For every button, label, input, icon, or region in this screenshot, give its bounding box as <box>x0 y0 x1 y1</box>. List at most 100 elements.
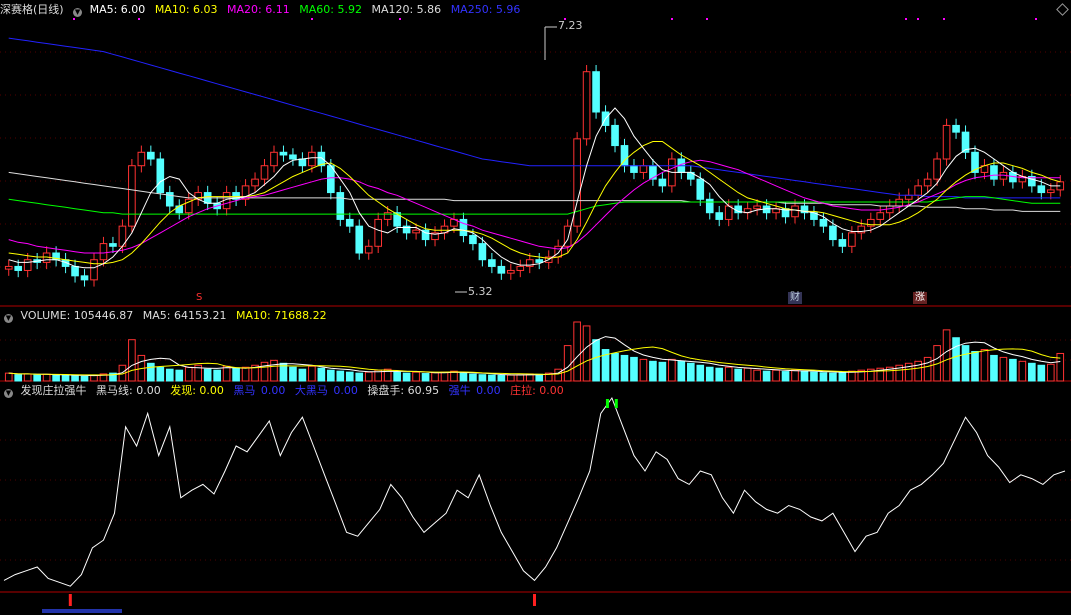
volume-bar <box>800 370 809 382</box>
dropdown-icon[interactable]: ▼ <box>73 8 83 17</box>
candle-body <box>260 165 269 180</box>
scrollbar-indicator <box>42 609 122 613</box>
volume-bar <box>175 369 184 382</box>
volume-bar <box>582 325 591 382</box>
volume-bar <box>203 368 212 382</box>
ma120-label: MA120: 5.86 <box>371 3 442 16</box>
candle-body <box>904 194 913 200</box>
candle-body <box>251 178 259 187</box>
volume-bar <box>639 358 648 382</box>
volume-bar <box>61 374 70 382</box>
candle-body <box>535 259 544 263</box>
price-panel-header: 深赛格(日线) ▼ MA5: 6.00 MA10: 6.03 MA20: 6.1… <box>0 2 1071 17</box>
volume-bar <box>156 366 165 382</box>
volume-bar <box>554 368 562 382</box>
vol-ma10-label: MA10: 71688.22 <box>235 309 327 322</box>
volume-bar <box>762 370 771 382</box>
volume-bar <box>592 339 600 382</box>
candle-body <box>724 205 733 220</box>
candle-body <box>914 185 922 196</box>
volume-bar <box>923 356 932 382</box>
candle-body <box>838 239 847 247</box>
volume-bar <box>52 374 60 382</box>
dropdown-icon[interactable]: ▼ <box>4 389 13 398</box>
event-dot <box>917 18 919 20</box>
candle-body <box>819 218 828 227</box>
volume-bar <box>14 374 23 382</box>
signal-tick <box>614 399 618 408</box>
s-marker[interactable]: S <box>194 292 204 304</box>
event-dot <box>1035 18 1037 20</box>
indicator-panel-header: ▼ 发现庄拉强牛 黑马线: 0.00 发现: 0.00 黑马 0.00 大黑马 … <box>0 383 1071 398</box>
volume-bar <box>668 358 676 382</box>
volume-bar <box>80 375 89 382</box>
candle-body <box>374 218 383 247</box>
volume-label: VOLUME: 105446.87 <box>20 309 134 322</box>
candle-body <box>469 235 477 245</box>
candle-body <box>507 269 515 274</box>
volume-bar <box>705 366 714 382</box>
candle-body <box>592 71 600 113</box>
volume-bar <box>686 362 695 382</box>
candle-body <box>459 218 468 237</box>
volume-bar <box>213 369 221 382</box>
volume-bar <box>128 339 136 382</box>
volume-bar <box>507 374 515 382</box>
ind-heima-value: 0.00 <box>260 384 286 397</box>
candle-body <box>156 158 165 194</box>
volume-bar <box>327 369 335 382</box>
volume-bar <box>734 368 742 382</box>
candle-body <box>611 124 619 147</box>
volume-bar <box>317 367 326 382</box>
event-dot <box>943 18 945 20</box>
dropdown-icon[interactable]: ▼ <box>4 314 13 323</box>
stock-title: 深赛格(日线) <box>0 3 64 16</box>
candle-body <box>4 265 13 270</box>
volume-bar <box>412 371 420 382</box>
ind-daheima-value: 0.00 <box>333 384 358 397</box>
volume-bar <box>355 372 364 382</box>
ma10-label: MA10: 6.03 <box>154 3 218 16</box>
volume-bar <box>241 366 250 382</box>
volume-bar <box>222 365 231 382</box>
volume-panel-header: ▼ VOLUME: 105446.87 MA5: 64153.21 MA10: … <box>0 308 1071 323</box>
candle-body <box>630 165 638 173</box>
volume-bar <box>232 367 240 382</box>
candle-body <box>876 212 885 220</box>
signal-tick <box>605 399 609 408</box>
volume-bar <box>724 366 733 382</box>
volume-bar <box>753 369 761 382</box>
ma5-line <box>8 107 1061 269</box>
signal-tick <box>68 594 72 606</box>
volume-bar <box>289 366 297 382</box>
candle-body <box>23 259 32 271</box>
volume-bar <box>535 373 544 382</box>
candle-body <box>71 265 79 277</box>
volume-bar <box>42 373 51 382</box>
indicator-line <box>3 396 1066 587</box>
volume-bar <box>336 370 345 382</box>
volume-bar <box>563 345 572 382</box>
volume-bar <box>308 365 316 382</box>
candle-body <box>99 243 108 261</box>
candle-body <box>355 225 364 254</box>
zhang-marker[interactable]: 涨 <box>913 292 927 304</box>
ind-caopanshou: 操盘手: 60.95 <box>367 384 440 397</box>
volume-bar <box>23 373 32 382</box>
candle-body <box>14 265 23 271</box>
ma250-line <box>8 37 1061 199</box>
volume-bar <box>980 349 989 382</box>
candle-body <box>990 165 998 180</box>
candle-body <box>336 192 345 220</box>
candle-body <box>175 205 184 214</box>
volume-bar <box>71 375 79 382</box>
volume-bar <box>611 352 619 382</box>
candle-body <box>270 151 278 167</box>
candle-body <box>554 245 562 258</box>
volume-bar <box>478 374 487 382</box>
volume-bar <box>421 373 430 382</box>
candle-body <box>829 225 837 241</box>
volume-bar <box>791 369 799 382</box>
ind-heima: 黑马 <box>233 384 256 397</box>
cai-marker[interactable]: 财 <box>788 292 802 304</box>
